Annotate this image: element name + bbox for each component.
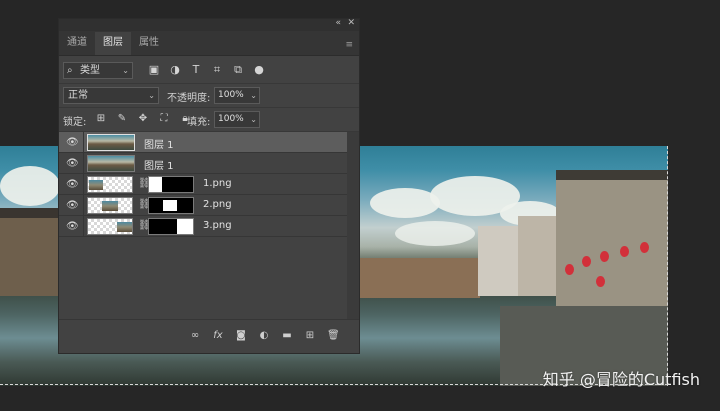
group-folder-icon[interactable]: ▬ xyxy=(281,330,293,342)
lock-position-move-icon[interactable]: ✥ xyxy=(137,113,149,125)
layer-thumbnail xyxy=(87,197,133,214)
divider xyxy=(83,216,84,237)
layer-row[interactable]: 👁︎ ⛓ 1.png xyxy=(59,174,359,195)
add-mask-icon[interactable]: ◙ xyxy=(235,330,247,342)
adjustment-filter-icon[interactable]: ◑ xyxy=(168,63,182,77)
layer-mask-thumbnail[interactable] xyxy=(148,176,194,193)
close-icon[interactable]: ✕ xyxy=(347,18,355,28)
lock-icons: ⊞ ✎ ✥ ⛶ 🔒︎ xyxy=(95,113,191,125)
lock-row: 锁定: ⊞ ✎ ✥ ⛶ 🔒︎ 填充: 100% ⌄ xyxy=(59,108,359,132)
lock-transparency-icon[interactable]: ⊞ xyxy=(95,113,107,125)
watermark: 知乎 @冒险的Cutfish xyxy=(542,370,700,389)
layer-name[interactable]: 2.png xyxy=(203,199,232,210)
lock-artboard-icon[interactable]: ⛶ xyxy=(158,113,170,125)
layer-thumbnail xyxy=(87,155,135,172)
blend-mode-select[interactable]: 正常 ⌄ xyxy=(63,87,159,104)
layer-list: 👁︎ 图层 1 👁︎ 图层 1 👁︎ ⛓ 1.png 👁︎ ⛓ 2.png 👁︎… xyxy=(59,132,359,320)
eye-visibility-icon[interactable]: 👁︎ xyxy=(66,158,79,169)
chevron-down-icon[interactable]: ⌄ xyxy=(250,88,257,103)
bottom-icons: ∞ fx ◙ ◐ ▬ ⊞ 🗑︎ xyxy=(189,330,340,342)
layer-mask-thumbnail[interactable] xyxy=(148,218,194,235)
tab-channels[interactable]: 通道 xyxy=(59,32,95,55)
divider xyxy=(83,132,84,153)
selection-marquee-right xyxy=(667,146,668,386)
delete-icon[interactable]: 🗑︎ xyxy=(327,330,340,342)
text-filter-icon[interactable]: T xyxy=(189,63,203,77)
layers-panel: « ✕ 通道 图层 属性 ≡ ⌕ 类型 ⌄ ▣ ◑ T ⌗ ⧉ ● 正常 ⌄ 不… xyxy=(58,18,360,354)
link-layers-icon[interactable]: ∞ xyxy=(189,330,201,342)
new-layer-icon[interactable]: ⊞ xyxy=(304,330,316,342)
layer-name[interactable]: 图层 1 xyxy=(144,136,174,151)
filter-icons: ▣ ◑ T ⌗ ⧉ ● xyxy=(147,63,266,77)
layer-thumbnail xyxy=(87,218,133,235)
fill-label: 填充: xyxy=(187,117,211,128)
layer-name[interactable]: 图层 1 xyxy=(144,157,174,172)
layer-name[interactable]: 1.png xyxy=(203,178,232,189)
tab-properties[interactable]: 属性 xyxy=(131,32,167,55)
filter-row: ⌕ 类型 ⌄ ▣ ◑ T ⌗ ⧉ ● xyxy=(59,56,359,84)
panel-bottom-bar: ∞ fx ◙ ◐ ▬ ⊞ 🗑︎ xyxy=(59,319,359,353)
divider xyxy=(83,174,84,195)
eye-visibility-icon[interactable]: 👁︎ xyxy=(66,200,79,211)
image-filter-icon[interactable]: ▣ xyxy=(147,63,161,77)
panel-tabs: 通道 图层 属性 ≡ xyxy=(59,31,359,56)
opacity-value: 100% xyxy=(218,90,244,100)
chevron-down-icon: ⌄ xyxy=(148,91,155,100)
eye-visibility-icon[interactable]: 👁︎ xyxy=(66,137,79,148)
fx-icon[interactable]: fx xyxy=(212,330,224,342)
opacity-label: 不透明度: xyxy=(167,93,211,104)
eye-visibility-icon[interactable]: 👁︎ xyxy=(66,221,79,232)
panel-title-bar: « ✕ xyxy=(59,18,359,31)
fill-value: 100% xyxy=(218,114,244,124)
layer-row[interactable]: 👁︎ 图层 1 xyxy=(59,153,359,174)
filter-kind-value: 类型 xyxy=(80,65,100,76)
opacity-input[interactable]: 100% ⌄ xyxy=(214,87,260,104)
layer-thumbnail xyxy=(87,134,135,151)
blend-mode-value: 正常 xyxy=(68,90,88,101)
search-icon: ⌕ xyxy=(67,65,73,76)
lock-image-brush-icon[interactable]: ✎ xyxy=(116,113,128,125)
layer-row[interactable]: 👁︎ 图层 1 xyxy=(59,132,359,153)
shape-filter-icon[interactable]: ⌗ xyxy=(210,63,224,77)
panel-menu-icon[interactable]: ≡ xyxy=(345,40,353,50)
divider xyxy=(83,195,84,216)
fill-input[interactable]: 100% ⌄ xyxy=(214,111,260,128)
lock-label: 锁定: xyxy=(63,117,87,128)
chevron-down-icon: ⌄ xyxy=(122,66,129,75)
eye-visibility-icon[interactable]: 👁︎ xyxy=(66,179,79,190)
collapse-icon[interactable]: « xyxy=(335,18,341,28)
layer-row[interactable]: 👁︎ ⛓ 2.png xyxy=(59,195,359,216)
divider xyxy=(83,153,84,174)
chevron-down-icon[interactable]: ⌄ xyxy=(250,112,257,127)
blend-row: 正常 ⌄ 不透明度: 100% ⌄ xyxy=(59,84,359,108)
filter-toggle-icon[interactable]: ● xyxy=(252,63,266,77)
layer-list-scrollbar[interactable] xyxy=(347,132,359,320)
filter-kind-select[interactable]: ⌕ 类型 ⌄ xyxy=(63,62,133,79)
layer-thumbnail xyxy=(87,176,133,193)
smart-object-filter-icon[interactable]: ⧉ xyxy=(231,63,245,77)
layer-mask-thumbnail[interactable] xyxy=(148,197,194,214)
layer-row[interactable]: 👁︎ ⛓ 3.png xyxy=(59,216,359,237)
layer-name[interactable]: 3.png xyxy=(203,220,232,231)
tab-layers[interactable]: 图层 xyxy=(95,32,131,55)
adjustment-layer-icon[interactable]: ◐ xyxy=(258,330,270,342)
